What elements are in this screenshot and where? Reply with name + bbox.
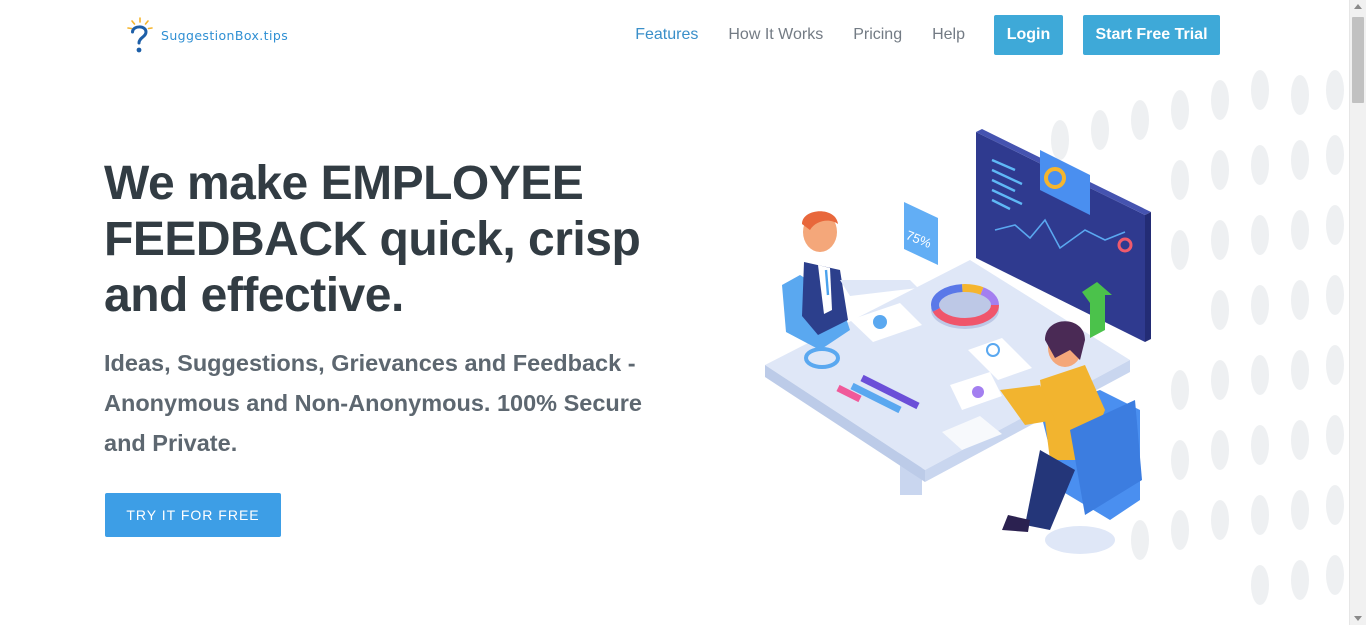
hero-title-line: We make EMPLOYEE <box>104 157 584 210</box>
meeting-illustration: 75% <box>740 120 1180 570</box>
try-it-for-free-button[interactable]: TRY IT FOR FREE <box>105 493 281 537</box>
question-mark-logo-icon <box>126 16 154 56</box>
scroll-thumb[interactable] <box>1352 17 1364 103</box>
brand-name: SuggestionBox.tips <box>161 27 289 43</box>
hero-title-line: FEEDBACK quick, crisp <box>104 213 641 266</box>
start-free-trial-button[interactable]: Start Free Trial <box>1083 15 1220 55</box>
site-header: SuggestionBox.tips Features How It Works… <box>0 0 1349 70</box>
nav-help[interactable]: Help <box>932 15 965 55</box>
page-scrollbar[interactable] <box>1349 0 1366 625</box>
scroll-up-icon[interactable] <box>1354 4 1362 9</box>
login-button[interactable]: Login <box>994 15 1063 55</box>
brand-logo[interactable]: SuggestionBox.tips <box>126 16 288 56</box>
hero-title-line: and effective. <box>104 269 404 322</box>
nav-features[interactable]: Features <box>635 15 698 55</box>
scroll-down-icon[interactable] <box>1354 616 1362 621</box>
main-nav: Features How It Works Pricing Help Login… <box>605 15 1220 55</box>
hero-subtitle: Ideas, Suggestions, Grievances and Feedb… <box>104 350 642 456</box>
hero-title: We make EMPLOYEE FEEDBACK quick, crisp a… <box>104 156 684 324</box>
nav-how-it-works[interactable]: How It Works <box>728 15 823 55</box>
nav-pricing[interactable]: Pricing <box>853 15 902 55</box>
